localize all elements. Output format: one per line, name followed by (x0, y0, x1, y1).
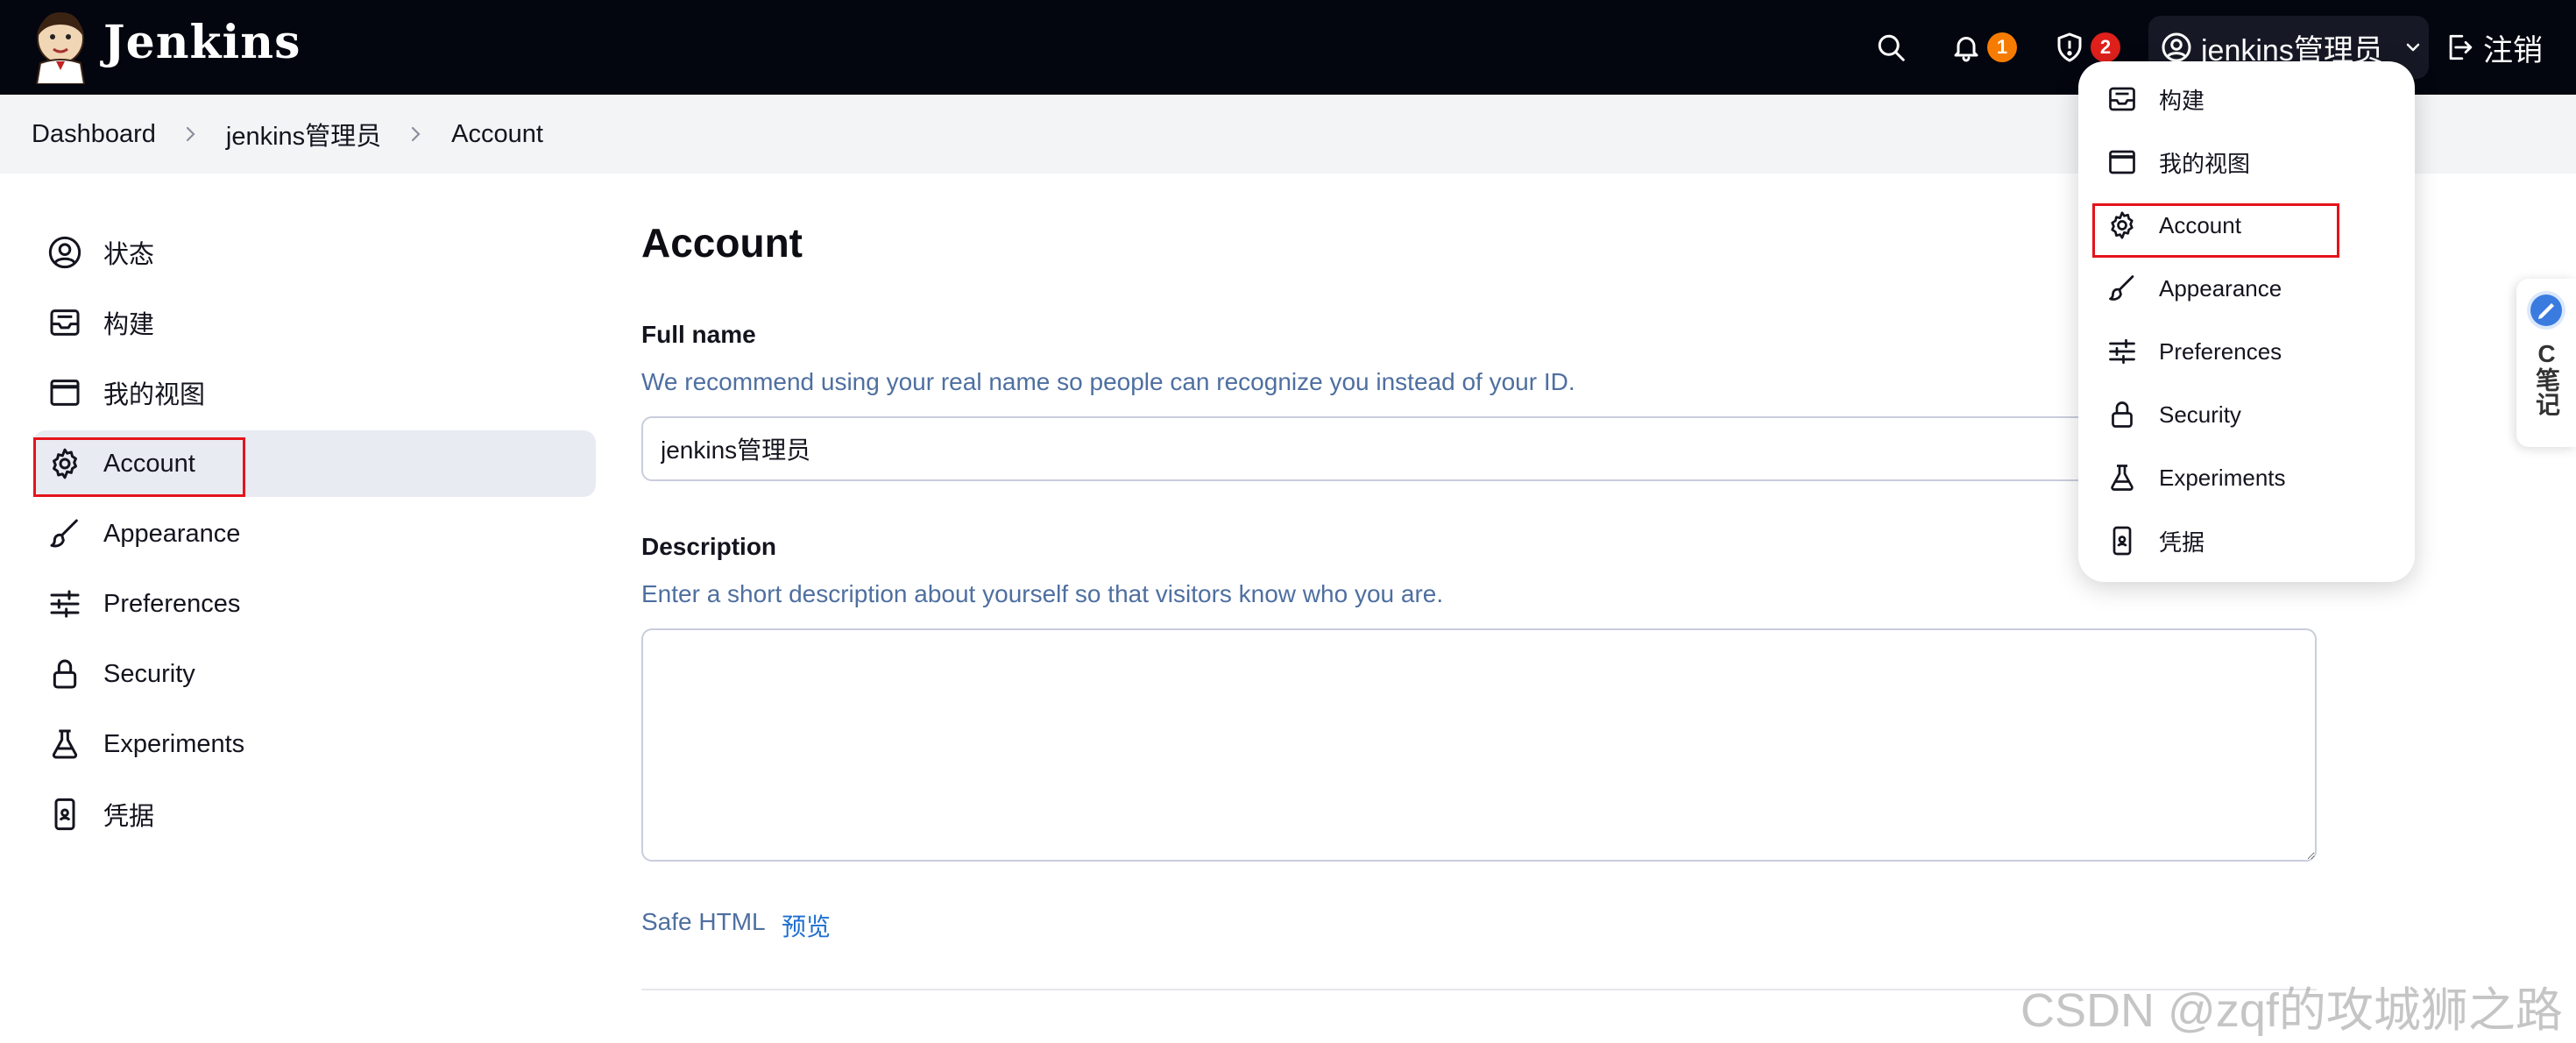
security-badge: 2 (2091, 32, 2120, 62)
menu-item-experiments[interactable]: Experiments (2078, 451, 2415, 504)
description-textarea[interactable] (641, 628, 2317, 862)
menu-item-credentials[interactable]: 凭据 (2078, 514, 2415, 567)
window-icon (46, 373, 84, 412)
logout-button[interactable]: 注销 (2445, 16, 2567, 79)
menu-item-label: 凭据 (2159, 529, 2205, 556)
window-icon (2105, 145, 2140, 180)
sidebar-item-label: 我的视图 (103, 381, 206, 409)
safe-html-label: Safe HTML (641, 908, 766, 935)
search-button[interactable] (1863, 16, 1919, 79)
menu-item-security[interactable]: Security (2078, 388, 2415, 441)
menu-item-label: Experiments (2159, 464, 2286, 491)
sidebar-item-status[interactable]: 状态 (33, 219, 596, 286)
description-help: Enter a short description about yourself… (641, 580, 1444, 607)
credentials-icon (2105, 523, 2140, 558)
sidebar-item-my-views[interactable]: 我的视图 (33, 359, 596, 426)
menu-item-label: Appearance (2159, 274, 2282, 302)
user-circle-icon (2161, 32, 2192, 63)
sidebar-item-label: Experiments (103, 729, 245, 758)
menu-item-label: 我的视图 (2159, 150, 2251, 177)
lock-icon (2105, 397, 2140, 432)
notifications-badge: 1 (1987, 32, 2017, 62)
breadcrumb-dashboard[interactable]: Dashboard (32, 120, 156, 149)
page-title: Account (641, 220, 803, 266)
sidebar-item-builds[interactable]: 构建 (33, 289, 596, 356)
sidebar-item-label: 构建 (103, 311, 155, 339)
breadcrumb-account[interactable]: Account (451, 120, 543, 149)
sidebar-item-credentials[interactable]: 凭据 (33, 781, 596, 848)
logout-label: 注销 (2483, 33, 2543, 67)
brush-icon (2105, 271, 2140, 306)
menu-item-appearance[interactable]: Appearance (2078, 262, 2415, 315)
menu-item-my-views[interactable]: 我的视图 (2078, 136, 2415, 188)
sidebar-item-label: Appearance (103, 519, 241, 548)
sliders-icon (2105, 334, 2140, 369)
watermark: CSDN @zqf的攻城狮之路 (2020, 984, 2563, 1037)
sidebar-item-label: 凭据 (103, 803, 155, 831)
full-name-input[interactable] (641, 416, 2317, 481)
highlight-box (33, 437, 245, 497)
brand-name[interactable]: Jenkins (103, 12, 301, 74)
notes-widget[interactable]: C笔记 (2516, 279, 2576, 447)
jenkins-logo-icon[interactable] (30, 9, 91, 85)
credentials-icon (46, 795, 84, 834)
menu-item-label: Security (2159, 401, 2241, 428)
sidebar-item-security[interactable]: Security (33, 641, 596, 707)
full-name-help: We recommend using your real name so peo… (641, 368, 1575, 395)
menu-item-label: Preferences (2159, 337, 2282, 365)
sidebar-item-label: Preferences (103, 589, 241, 618)
lock-icon (46, 655, 84, 693)
highlight-box (2092, 203, 2339, 258)
user-circle-icon (46, 233, 84, 272)
bell-icon (1950, 32, 1982, 63)
search-icon (1875, 32, 1907, 63)
notes-icon (2527, 291, 2565, 330)
menu-item-preferences[interactable]: Preferences (2078, 325, 2415, 378)
inbox-icon (46, 303, 84, 342)
shield-icon (2054, 32, 2085, 63)
logout-icon (2445, 32, 2474, 62)
preview-link[interactable]: 预览 (782, 908, 831, 943)
brush-icon (46, 514, 84, 553)
notifications-button[interactable]: 1 (1950, 16, 2038, 79)
full-name-label: Full name (641, 321, 756, 348)
chevron-down-icon (2403, 37, 2424, 58)
menu-item-builds[interactable]: 构建 (2078, 73, 2415, 125)
description-label: Description (641, 533, 777, 560)
user-dropdown-menu: 构建 我的视图 Account Appearance Preferences S… (2078, 61, 2415, 582)
chevron-right-icon (182, 124, 200, 145)
sliders-icon (46, 585, 84, 623)
sidebar-item-appearance[interactable]: Appearance (33, 500, 596, 567)
sidebar-item-experiments[interactable]: Experiments (33, 711, 596, 777)
flask-icon (46, 725, 84, 763)
sidebar-item-label: 状态 (103, 241, 155, 269)
menu-item-label: 构建 (2159, 87, 2205, 114)
notes-label: C笔记 (2533, 340, 2560, 416)
sidebar-item-preferences[interactable]: Preferences (33, 571, 596, 637)
sidebar-item-label: Security (103, 659, 195, 688)
inbox-icon (2105, 82, 2140, 117)
breadcrumb-user[interactable]: jenkins管理员 (226, 116, 381, 153)
flask-icon (2105, 460, 2140, 495)
chevron-right-icon (407, 124, 425, 145)
